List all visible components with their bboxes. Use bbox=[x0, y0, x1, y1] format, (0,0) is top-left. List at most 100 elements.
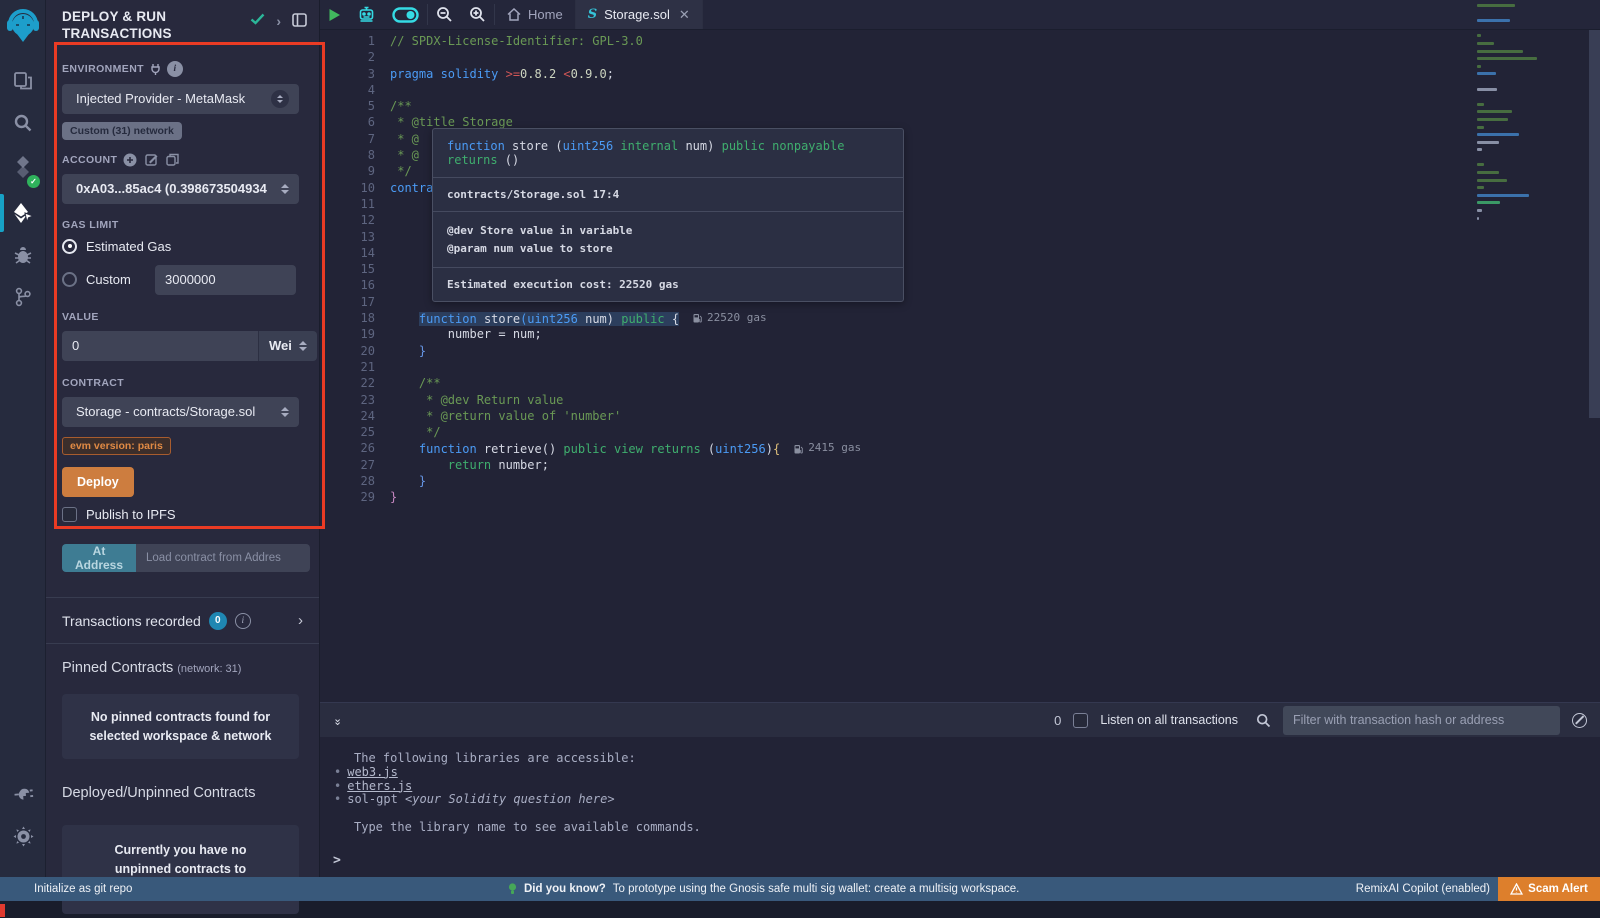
status-bar: Initialize as git repo Did you know? To … bbox=[0, 877, 1600, 901]
environment-select[interactable]: Injected Provider - MetaMask bbox=[62, 84, 299, 114]
contract-value: Storage - contracts/Storage.sol bbox=[72, 404, 281, 419]
tab-home[interactable]: Home bbox=[495, 0, 576, 29]
editor-scrollbar[interactable] bbox=[1589, 30, 1600, 418]
editor-area[interactable]: Home S Storage.sol ✕ 1// SPDX-License-Id… bbox=[320, 0, 1600, 702]
copilot-status[interactable]: RemixAI Copilot (enabled) bbox=[1356, 883, 1490, 895]
zoom-out-button[interactable] bbox=[428, 0, 461, 29]
network-badge: Custom (31) network bbox=[62, 122, 182, 140]
minimap-line bbox=[1477, 171, 1499, 174]
terminal-line: •sol-gpt <your Solidity question here> bbox=[332, 793, 1600, 807]
hover-tooltip: function store (uint256 internal num) pu… bbox=[432, 128, 904, 302]
minimap-line bbox=[1477, 118, 1508, 121]
sidebar-item-settings[interactable] bbox=[0, 815, 46, 857]
line-number: 17 bbox=[320, 294, 390, 310]
pin-panel-icon[interactable] bbox=[292, 13, 307, 27]
sidebar-item-solidity-compiler[interactable]: ✓ bbox=[0, 144, 46, 192]
zoom-in-button[interactable] bbox=[461, 0, 494, 29]
minimap-line bbox=[1477, 65, 1481, 68]
expand-chevron-icon[interactable]: › bbox=[276, 13, 281, 29]
custom-gas-label: Custom bbox=[86, 272, 146, 287]
custom-gas-radio[interactable] bbox=[62, 272, 77, 287]
run-script-button[interactable] bbox=[320, 0, 349, 29]
sidebar-item-debugger[interactable] bbox=[0, 234, 46, 276]
sidebar-item-file-explorer[interactable] bbox=[0, 60, 46, 102]
tab-storage-sol[interactable]: S Storage.sol ✕ bbox=[576, 0, 703, 29]
chevron-updown-icon bbox=[299, 341, 307, 351]
tooltip-file-location: contracts/Storage.sol 17:4 bbox=[433, 177, 903, 211]
terminal-output[interactable]: The following libraries are accessible:•… bbox=[320, 737, 1600, 877]
value-input[interactable] bbox=[62, 331, 258, 361]
gear-icon bbox=[13, 826, 34, 847]
minimap-line bbox=[1477, 133, 1519, 136]
sign-message-icon[interactable] bbox=[145, 153, 158, 166]
line-number: 10 bbox=[320, 180, 390, 196]
account-select[interactable]: 0xA03...85ac4 (0.398673504934 bbox=[62, 174, 299, 204]
clear-terminal-icon[interactable] bbox=[1572, 713, 1587, 728]
custom-gas-input[interactable] bbox=[155, 265, 296, 295]
code-line: 20 } bbox=[320, 343, 1600, 359]
sidebar-item-search[interactable] bbox=[0, 102, 46, 144]
minimap-line bbox=[1477, 141, 1499, 144]
terminal-library-link[interactable]: web3.js bbox=[347, 765, 398, 779]
at-address-button[interactable]: At Address bbox=[62, 544, 136, 572]
terminal-header: ⌄⌄ 0 Listen on all transactions bbox=[320, 702, 1600, 737]
line-number: 15 bbox=[320, 261, 390, 277]
sidebar-item-deploy-run[interactable] bbox=[0, 192, 46, 234]
gas-limit-label: GAS LIMIT bbox=[62, 219, 119, 231]
line-number: 13 bbox=[320, 229, 390, 245]
code-line: 27 return number; bbox=[320, 457, 1600, 473]
line-number: 25 bbox=[320, 424, 390, 440]
git-init-button[interactable]: Initialize as git repo bbox=[34, 883, 132, 895]
solidity-file-icon: S bbox=[588, 7, 597, 22]
line-number: 3 bbox=[320, 66, 390, 82]
terminal-library-link[interactable]: ethers.js bbox=[347, 779, 412, 793]
gas-estimate-widget[interactable]: 2415 gas bbox=[794, 440, 861, 456]
scam-alert-button[interactable]: Scam Alert bbox=[1498, 877, 1600, 901]
add-account-icon[interactable] bbox=[123, 153, 137, 167]
ai-copilot-toggle[interactable] bbox=[384, 0, 427, 29]
estimated-gas-radio[interactable] bbox=[62, 239, 77, 254]
contract-select[interactable]: Storage - contracts/Storage.sol bbox=[62, 397, 299, 427]
terminal-tx-count: 0 bbox=[1054, 713, 1061, 728]
minimap-line bbox=[1477, 72, 1496, 75]
minimap-line bbox=[1477, 217, 1479, 220]
search-icon bbox=[12, 112, 34, 134]
editor-minimap[interactable] bbox=[1477, 4, 1567, 224]
tooltip-execution-cost: Estimated execution cost: 22520 gas bbox=[433, 267, 903, 301]
minimap-line bbox=[1477, 4, 1515, 7]
at-address-input[interactable] bbox=[136, 544, 310, 572]
code-line: 29} bbox=[320, 489, 1600, 505]
deploy-button[interactable]: Deploy bbox=[62, 467, 134, 497]
deploy-run-panel: DEPLOY & RUN TRANSACTIONS › ENVIRONMENT … bbox=[46, 0, 320, 877]
terminal-prompt[interactable]: > bbox=[333, 853, 341, 868]
collapse-terminal-icon[interactable]: ⌄⌄ bbox=[333, 716, 342, 725]
terminal-line: •ethers.js bbox=[332, 780, 1600, 794]
transactions-info-icon[interactable]: i bbox=[235, 613, 251, 629]
remix-ai-assistant-button[interactable] bbox=[349, 0, 384, 29]
minimap-line bbox=[1477, 42, 1494, 45]
environment-info-icon[interactable]: i bbox=[167, 61, 183, 77]
minimap-line bbox=[1477, 201, 1500, 204]
minimap-line bbox=[1477, 186, 1484, 189]
close-tab-icon[interactable]: ✕ bbox=[679, 7, 690, 23]
terminal-filter-input[interactable] bbox=[1283, 706, 1560, 735]
sidebar-item-plugin-manager[interactable] bbox=[0, 773, 46, 815]
value-unit-select[interactable]: Wei bbox=[258, 331, 317, 361]
sidebar-item-git[interactable] bbox=[0, 276, 46, 318]
terminal-search-icon bbox=[1256, 713, 1271, 728]
transactions-count-badge: 0 bbox=[209, 612, 227, 630]
copy-account-icon[interactable] bbox=[166, 153, 179, 166]
line-number: 21 bbox=[320, 359, 390, 375]
minimap-line bbox=[1477, 19, 1510, 22]
home-icon bbox=[507, 8, 521, 21]
plug-small-icon[interactable] bbox=[150, 63, 161, 75]
publish-ipfs-checkbox[interactable] bbox=[62, 507, 77, 522]
environment-label: ENVIRONMENT bbox=[62, 63, 144, 75]
remix-ai-logo-icon[interactable] bbox=[0, 0, 46, 52]
listen-transactions-checkbox[interactable] bbox=[1073, 713, 1088, 728]
account-value: 0xA03...85ac4 (0.398673504934 bbox=[72, 181, 281, 196]
environment-value: Injected Provider - MetaMask bbox=[72, 91, 271, 106]
line-number: 14 bbox=[320, 245, 390, 261]
gas-estimate-widget[interactable]: 22520 gas bbox=[693, 310, 767, 326]
transactions-expand-icon[interactable]: › bbox=[298, 612, 303, 629]
